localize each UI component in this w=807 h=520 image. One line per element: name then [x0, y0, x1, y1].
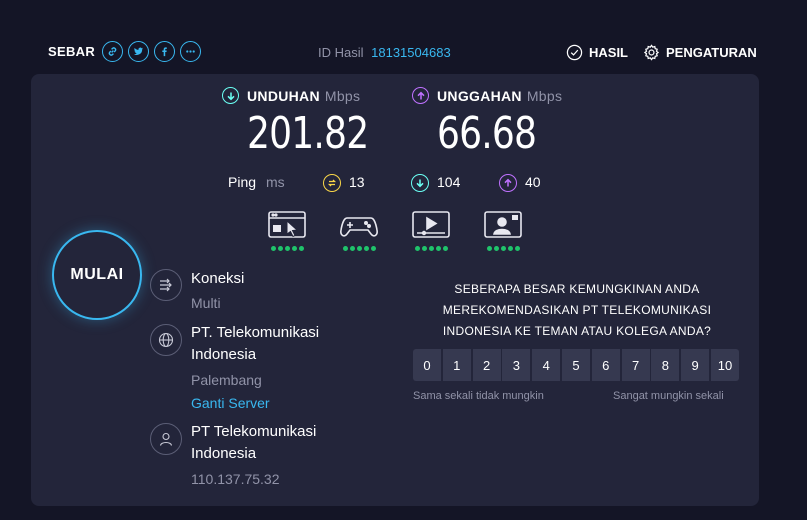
survey-option-3[interactable]: 3 [502, 349, 531, 381]
video-streaming-icon [412, 211, 450, 238]
user-icon [150, 423, 182, 455]
start-test-label: MULAI [70, 266, 124, 283]
survey-line-3: INDONESIA KE TEMAN ATAU KOLEGA ANDA? [442, 324, 712, 338]
survey-option-4[interactable]: 4 [532, 349, 561, 381]
download-label: UNDUHAN [247, 87, 320, 104]
twitter-icon[interactable] [128, 41, 150, 62]
upload-label: UNGGAHAN [437, 87, 522, 104]
survey-line-1: SEBERAPA BESAR KEMUNGKINAN ANDA [454, 282, 700, 296]
upload-latency-icon [499, 174, 517, 192]
video-streaming-rating [411, 246, 451, 251]
server-location: Palembang [191, 372, 262, 388]
top-bar: SEBAR ID Hasil 18131504683 HASIL PENGATU… [0, 0, 807, 74]
download-latency-icon [411, 174, 429, 192]
survey-option-8[interactable]: 8 [651, 349, 680, 381]
change-server-link[interactable]: Ganti Server [191, 395, 270, 411]
gaming-quality[interactable] [339, 210, 379, 252]
upload-latency-value: 40 [525, 174, 541, 190]
provider-name-line1: PT Telekomunikasi [191, 423, 317, 440]
idle-latency-icon [323, 174, 341, 192]
result-id-label: ID Hasil [318, 45, 364, 60]
connection-type: Multi [191, 295, 221, 311]
browsing-icon [268, 211, 306, 238]
survey-option-6[interactable]: 6 [591, 349, 620, 381]
survey-option-2[interactable]: 2 [472, 349, 501, 381]
download-speed-value: 201.82 [247, 108, 369, 159]
gaming-rating [339, 246, 379, 251]
settings-button[interactable]: PENGATURAN [643, 44, 757, 61]
browsing-rating [267, 246, 307, 251]
share-bar: SEBAR [48, 41, 206, 62]
survey-scale: 0 1 2 3 4 5 6 7 8 9 10 [413, 349, 741, 381]
globe-icon [150, 324, 182, 356]
browsing-quality[interactable] [267, 210, 307, 252]
server-name-line1: PT. Telekomunikasi [191, 324, 320, 341]
share-label: SEBAR [48, 44, 96, 59]
upload-unit: Mbps [526, 87, 563, 104]
settings-label: PENGATURAN [666, 45, 757, 60]
survey-option-5[interactable]: 5 [561, 349, 590, 381]
facebook-icon[interactable] [154, 41, 176, 62]
idle-latency-value: 13 [349, 174, 365, 190]
ping-label: Ping [228, 174, 257, 190]
more-icon[interactable] [180, 41, 202, 62]
survey-option-10[interactable]: 10 [710, 349, 739, 381]
server-name-line2: Indonesia [191, 346, 257, 363]
download-header: UNDUHAN Mbps [222, 87, 360, 104]
survey-high-label: Sangat mungkin sekali [613, 390, 724, 402]
link-icon[interactable] [102, 41, 124, 62]
video-call-icon [484, 211, 522, 238]
download-latency-value: 104 [437, 174, 461, 190]
survey-low-label: Sama sekali tidak mungkin [413, 390, 544, 402]
upload-speed-value: 66.68 [437, 108, 537, 159]
upload-arrow-icon [412, 87, 429, 104]
video-call-quality[interactable] [483, 210, 523, 252]
survey-option-7[interactable]: 7 [621, 349, 650, 381]
check-circle-icon [566, 44, 583, 61]
survey-option-1[interactable]: 1 [442, 349, 471, 381]
result-id: ID Hasil 18131504683 [318, 45, 451, 60]
survey-line-2: MEREKOMENDASIKAN PT TELEKOMUNIKASI [442, 303, 712, 317]
upload-header: UNGGAHAN Mbps [412, 87, 562, 104]
provider-name-line2: Indonesia [191, 445, 257, 462]
video-call-rating [483, 246, 523, 251]
results-button[interactable]: HASIL [566, 44, 628, 61]
video-streaming-quality[interactable] [411, 210, 451, 252]
start-test-button[interactable]: MULAI [52, 230, 142, 320]
ping-unit: ms [266, 174, 285, 190]
provider-ip: 110.137.75.32 [191, 471, 280, 487]
gear-icon [643, 44, 660, 61]
result-id-link[interactable]: 18131504683 [371, 45, 451, 60]
download-unit: Mbps [324, 87, 361, 104]
connections-icon[interactable] [150, 269, 182, 301]
gaming-icon [340, 217, 378, 237]
ping-row: Ping ms 13 104 40 [228, 173, 558, 193]
download-arrow-icon [222, 87, 239, 104]
survey-question: SEBERAPA BESAR KEMUNGKINAN ANDA MEREKOME… [413, 279, 741, 342]
results-label: HASIL [589, 45, 628, 60]
connection-title: Koneksi [191, 270, 245, 287]
survey-option-9[interactable]: 9 [681, 349, 710, 381]
survey-option-0[interactable]: 0 [413, 349, 441, 381]
